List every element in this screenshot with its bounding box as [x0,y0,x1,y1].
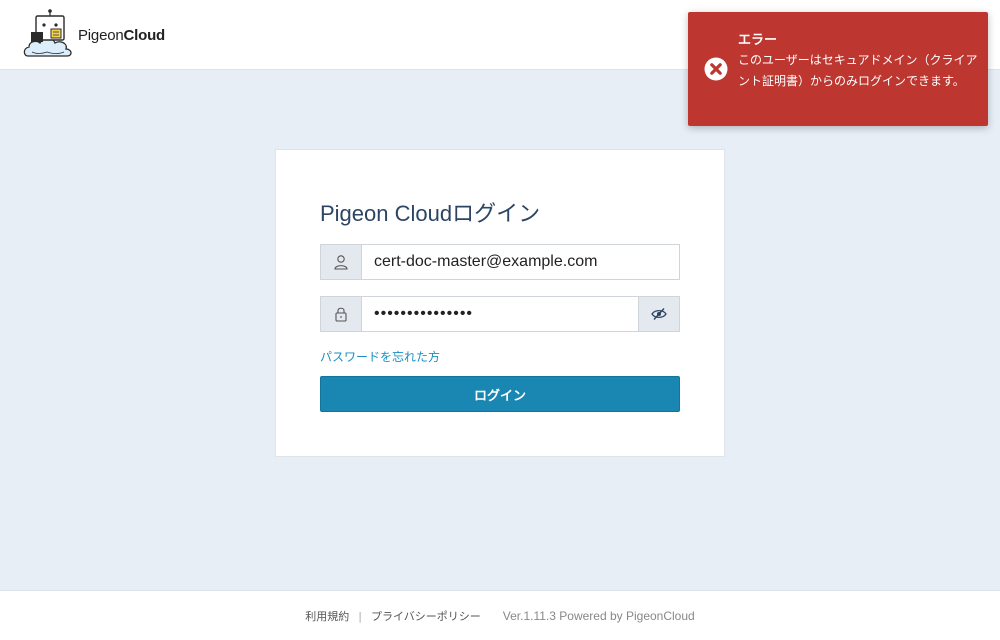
pigeon-robot-cloud-icon [23,9,72,57]
eye-slash-icon [651,308,667,320]
login-button[interactable]: ログイン [320,376,680,412]
forgot-password-link[interactable]: パスワードを忘れた方 [320,348,440,365]
password-input-group [320,296,680,332]
logo-text-regular: Pigeon [78,26,124,44]
version-text: Ver.1.11.3 Powered by PigeonCloud [502,609,695,623]
password-field[interactable] [361,296,639,332]
page-title: Pigeon Cloudログイン [320,201,541,226]
email-input-group [320,244,680,280]
password-toggle-button[interactable] [639,296,680,332]
logo-text: PigeonCloud [78,27,165,44]
email-field[interactable] [361,244,680,280]
terms-link[interactable]: 利用規約 [305,610,349,623]
user-icon [334,255,348,270]
footer-separator: | [358,610,362,623]
footer-links: 利用規約 | プライバシーポリシー Ver.1.11.3 Powered by Pig… [0,608,1000,624]
error-toast[interactable]: エラー このユーザーはセキュアドメイン（クライアント証明書）からのみログインでき… [688,12,988,126]
toast-title: エラー [738,33,778,48]
toast-message: このユーザーはセキュアドメイン（クライアント証明書）からのみログインできます。 [738,53,978,88]
lock-icon [335,307,347,322]
logo-text-bold: Cloud [123,26,166,44]
logo[interactable]: PigeonCloud [22,8,172,62]
privacy-link[interactable]: プライバシーポリシー [371,610,481,623]
error-circle-x-icon [704,57,728,81]
footer: 利用規約 | プライバシーポリシー Ver.1.11.3 Powered by Pig… [0,590,1000,640]
login-card: Pigeon Cloudログイン パスワードを忘れた方 [275,149,725,457]
user-icon-addon [320,244,361,280]
lock-icon-addon [320,296,361,332]
